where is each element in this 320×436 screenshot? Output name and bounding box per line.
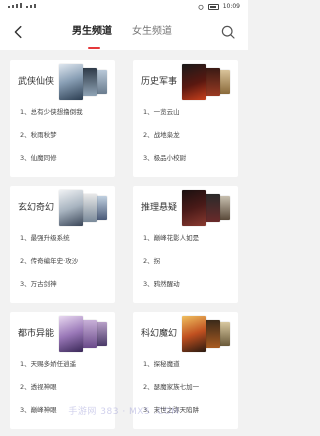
signal-icon xyxy=(8,3,36,8)
card-title: 都市异能 xyxy=(18,329,55,339)
alarm-icon xyxy=(198,4,204,10)
book-covers xyxy=(57,316,109,352)
card-title: 推理悬疑 xyxy=(141,203,178,213)
list-item[interactable]: 1、巅峰花影人如是 xyxy=(143,233,199,256)
back-arrow-icon[interactable] xyxy=(10,23,28,41)
book-list: 1、天赐多娇任逍遥 2、透视神眼 3、巅峰神眼 xyxy=(20,359,76,428)
watermark: 手游网 383 · MX5 .COM xyxy=(68,407,180,417)
book-cover xyxy=(182,190,206,226)
book-covers xyxy=(180,190,232,226)
tab-female-channel[interactable]: 女生频道 xyxy=(132,25,172,41)
card-title: 武侠仙侠 xyxy=(18,77,55,87)
list-item[interactable]: 2、战地枭龙 xyxy=(143,130,186,153)
book-cover xyxy=(59,190,83,226)
list-item[interactable]: 2、拐 xyxy=(143,256,199,279)
book-covers xyxy=(180,64,232,100)
category-card-wuxia[interactable]: 武侠仙侠 1、总有少侠想撸倒我 2、秋雨秋梦 3、仙魔同修 xyxy=(10,60,115,177)
card-title: 科幻魔幻 xyxy=(141,329,178,339)
book-covers xyxy=(57,190,109,226)
book-cover xyxy=(182,64,206,100)
list-item[interactable]: 2、瑟魔家族七加一 xyxy=(143,382,199,405)
status-time: 10:09 xyxy=(222,3,240,10)
book-list: 1、一览云山 2、战地枭龙 3、极品小校尉 xyxy=(143,107,186,176)
nav-bar: 男生频道 女生频道 xyxy=(0,14,248,50)
book-covers xyxy=(57,64,109,100)
category-card-fantasy[interactable]: 玄幻奇幻 1、最强升级系统 2、传奇编年史·攻沙 3、万古剑神 xyxy=(10,186,115,303)
list-item[interactable]: 3、极品小校尉 xyxy=(143,153,186,176)
list-item[interactable]: 1、总有少侠想撸倒我 xyxy=(20,107,83,130)
book-list: 1、探秘魔道 2、瑟魔家族七加一 3、末世之弥天陷阱 xyxy=(143,359,199,428)
list-item[interactable]: 3、鸦然醒动 xyxy=(143,279,199,302)
book-list: 1、巅峰花影人如是 2、拐 3、鸦然醒动 xyxy=(143,233,199,302)
list-item[interactable]: 3、万古剑神 xyxy=(20,279,78,302)
list-item[interactable]: 2、秋雨秋梦 xyxy=(20,130,83,153)
book-cover xyxy=(59,64,83,100)
book-covers xyxy=(180,316,232,352)
search-icon[interactable] xyxy=(220,24,236,40)
card-title: 历史军事 xyxy=(141,77,178,87)
list-item[interactable]: 1、一览云山 xyxy=(143,107,186,130)
book-cover xyxy=(59,316,83,352)
list-item[interactable]: 1、天赐多娇任逍遥 xyxy=(20,359,76,382)
list-item[interactable]: 2、透视神眼 xyxy=(20,382,76,405)
category-card-mystery[interactable]: 推理悬疑 1、巅峰花影人如是 2、拐 3、鸦然醒动 xyxy=(133,186,238,303)
card-title: 玄幻奇幻 xyxy=(18,203,55,213)
active-tab-indicator xyxy=(88,47,100,49)
status-bar: 10:09 xyxy=(0,0,248,14)
list-item[interactable]: 1、探秘魔道 xyxy=(143,359,199,382)
book-list: 1、最强升级系统 2、传奇编年史·攻沙 3、万古剑神 xyxy=(20,233,78,302)
tab-male-channel[interactable]: 男生频道 xyxy=(72,25,112,41)
book-list: 1、总有少侠想撸倒我 2、秋雨秋梦 3、仙魔同修 xyxy=(20,107,83,176)
list-item[interactable]: 2、传奇编年史·攻沙 xyxy=(20,256,78,279)
book-cover xyxy=(182,316,206,352)
list-item[interactable]: 3、仙魔同修 xyxy=(20,153,83,176)
category-card-history[interactable]: 历史军事 1、一览云山 2、战地枭龙 3、极品小校尉 xyxy=(133,60,238,177)
battery-icon xyxy=(207,3,219,10)
list-item[interactable]: 1、最强升级系统 xyxy=(20,233,78,256)
